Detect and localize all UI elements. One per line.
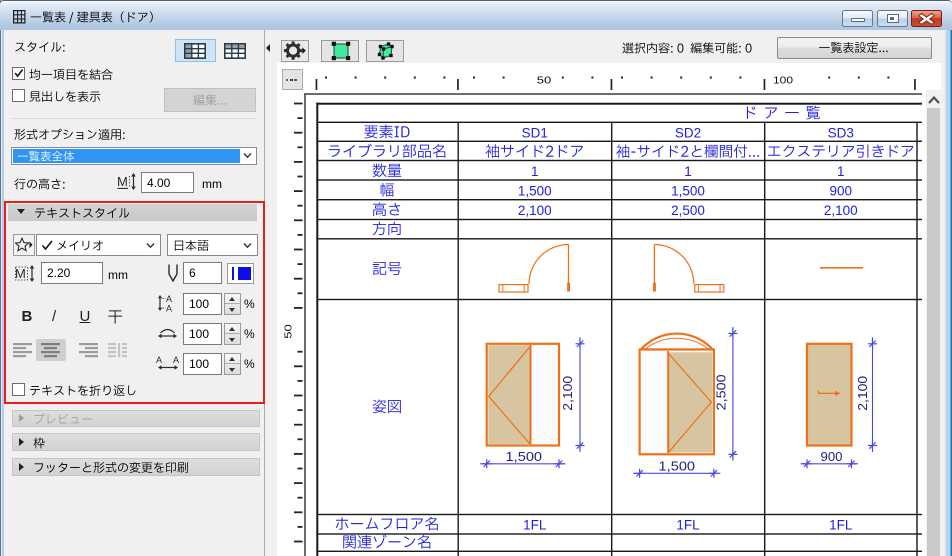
- svg-text:1FL: 1FL: [523, 517, 547, 532]
- svg-text:2,100: 2,100: [561, 376, 575, 411]
- svg-text:SD1: SD1: [522, 125, 548, 140]
- svg-text:2,500: 2,500: [715, 374, 729, 410]
- svg-text:900: 900: [830, 184, 853, 199]
- svg-text:50: 50: [284, 324, 295, 339]
- svg-text:1,500: 1,500: [671, 184, 705, 199]
- svg-text:1FL: 1FL: [829, 517, 853, 532]
- svg-text:50: 50: [537, 76, 552, 87]
- svg-text:900: 900: [821, 450, 843, 464]
- svg-text:2,100: 2,100: [824, 203, 858, 218]
- svg-text:1,500: 1,500: [659, 460, 696, 474]
- svg-text:2,500: 2,500: [671, 203, 705, 218]
- svg-text:SD2: SD2: [675, 125, 701, 140]
- svg-text:100: 100: [773, 76, 794, 87]
- svg-text:1: 1: [837, 164, 845, 179]
- svg-text:1: 1: [531, 164, 539, 179]
- svg-text:1,500: 1,500: [518, 184, 552, 199]
- svg-text:2,100: 2,100: [856, 376, 870, 411]
- svg-text:SD3: SD3: [828, 125, 854, 140]
- svg-text:1: 1: [684, 164, 692, 179]
- svg-text:1FL: 1FL: [676, 517, 700, 532]
- svg-text:2,100: 2,100: [518, 203, 552, 218]
- svg-text:1,500: 1,500: [506, 450, 543, 464]
